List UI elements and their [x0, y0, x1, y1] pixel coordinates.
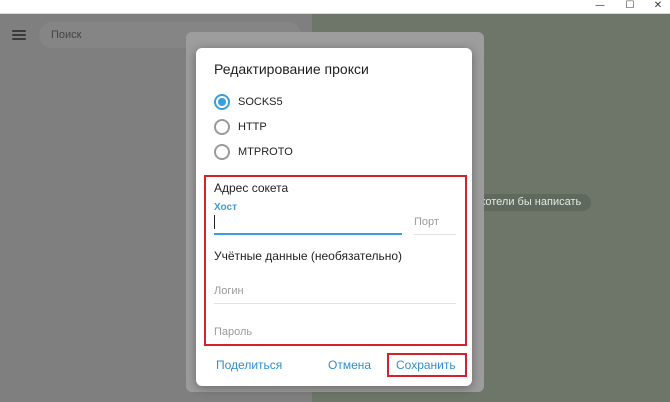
password-input[interactable] — [214, 322, 456, 342]
socket-address-heading: Адрес сокета — [214, 181, 289, 195]
edit-proxy-dialog: Редактирование прокси SOCKS5 HTTP MTPROT… — [196, 48, 472, 386]
share-button[interactable]: Поделиться — [216, 358, 282, 372]
text-caret — [214, 215, 215, 229]
radio-socks5[interactable]: SOCKS5 — [214, 93, 283, 111]
radio-label: SOCKS5 — [238, 96, 283, 108]
port-input[interactable] — [414, 212, 456, 232]
maximize-icon[interactable]: ☐ — [615, 0, 645, 14]
radio-unchecked-icon[interactable] — [214, 119, 230, 135]
radio-checked-icon[interactable] — [214, 94, 230, 110]
radio-label: HTTP — [238, 121, 267, 133]
window-titlebar: — ☐ ✕ — [0, 0, 670, 14]
credentials-heading: Учётные данные (необязательно) — [214, 249, 403, 263]
chat-hint-badge: хотели бы написать — [470, 194, 592, 211]
port-underline — [414, 234, 456, 235]
dialog-title: Редактирование прокси — [214, 61, 369, 77]
cancel-button[interactable]: Отмена — [328, 358, 371, 372]
radio-mtproto[interactable]: MTPROTO — [214, 143, 293, 161]
radio-label: MTPROTO — [238, 146, 293, 158]
minimize-icon[interactable]: — — [585, 0, 615, 14]
radio-http[interactable]: HTTP — [214, 118, 267, 136]
host-input[interactable] — [214, 212, 400, 232]
login-underline — [214, 303, 456, 304]
host-underline — [214, 233, 402, 235]
menu-icon[interactable] — [12, 30, 26, 40]
close-icon[interactable]: ✕ — [643, 0, 670, 14]
login-input[interactable] — [214, 281, 456, 301]
save-button[interactable]: Сохранить — [396, 358, 456, 372]
radio-unchecked-icon[interactable] — [214, 144, 230, 160]
